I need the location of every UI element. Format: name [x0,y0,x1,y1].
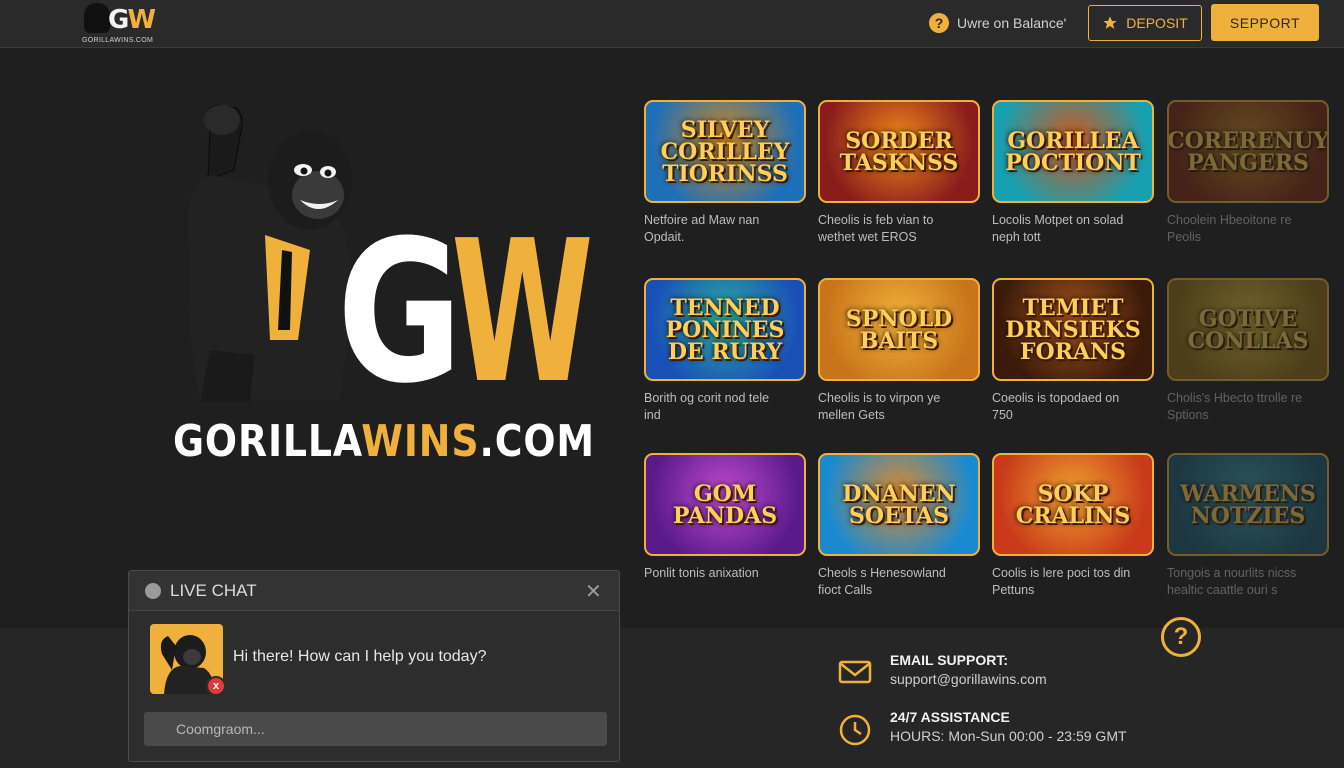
game-title: CORERENUY PANGERS [1167,127,1329,176]
game-title: DNANEN SOETAS [842,480,956,529]
game-caption: Cholis's Hbecto ttrolle re Sptions [1167,391,1303,422]
game-title: SPNOLD BAITS [845,305,953,354]
logo-mark: GW [108,5,156,35]
game-caption: Tongois a nourlits nicss healtic caattle… [1167,566,1297,597]
hero-brand-url: GORILLAWINS.COM [173,416,595,467]
game-title: GORILLEA POCTIONT [1005,127,1141,176]
game-thumbnail[interactable]: CORERENUY PANGERS [1167,100,1329,203]
game-title: TENNED PONINES DE RURY [665,294,785,365]
game-card[interactable]: SILVEY CORILLEY TIORINSS Netfoire ad Maw … [644,100,806,246]
game-title: SOKP CRALINS [1015,480,1131,529]
game-title: GOM PANDAS [672,480,778,529]
game-caption: Cheols s Henesowland fioct Calls [818,566,946,597]
live-chat-panel: LIVE CHAT ✕ x Hi there! How can I help y… [128,570,620,762]
game-caption: Borith og corit nod tele ind [644,391,770,422]
game-card[interactable]: GOM PANDAS Ponlit tonis anixation [644,453,806,582]
game-caption: Netfoire ad Maw nan Opdait. [644,213,760,244]
game-thumbnail[interactable]: SILVEY CORILLEY TIORINSS [644,100,806,203]
status-dot-icon [145,583,161,599]
star-icon [1103,16,1117,29]
game-title: SILVEY CORILLEY TIORINSS [660,116,790,187]
game-card[interactable]: TEMIET DRNSIEKS FORANS Coeolis is topodae… [992,278,1154,424]
game-title: SORDER TASKNSS [839,127,959,176]
game-card[interactable]: TENNED PONINES DE RURY Borith og corit no… [644,278,806,424]
game-card[interactable]: SOKP CRALINS Coolis is lere poci tos din … [992,453,1154,599]
chat-header: LIVE CHAT ✕ [129,571,619,611]
game-card[interactable]: DNANEN SOETAS Cheols s Henesowland fioct … [818,453,980,599]
game-thumbnail[interactable]: SOKP CRALINS [992,453,1154,556]
game-card[interactable]: WARMENS NOTZIES Tongois a nourlits nicss … [1167,453,1329,599]
hero-mark-w: W [451,199,594,427]
balance-text: Uwre on Balance' [957,15,1067,31]
game-thumbnail[interactable]: GOM PANDAS [644,453,806,556]
game-thumbnail[interactable]: TEMIET DRNSIEKS FORANS [992,278,1154,381]
close-icon[interactable]: ✕ [585,579,602,604]
site-logo[interactable]: GW GORILLAWINS.COM [82,3,156,47]
hours-value: HOURS: Mon-Sun 00:00 - 23:59 GMT [890,728,1127,744]
game-caption: Locolis Motpet on solad neph tott [992,213,1124,244]
game-card[interactable]: CORERENUY PANGERS Choolein Hbeoitone re P… [1167,100,1329,246]
mail-icon [838,660,872,684]
game-grid: SILVEY CORILLEY TIORINSS Netfoire ad Maw … [644,100,1344,600]
hero-mark-g: G [337,199,462,427]
game-thumbnail[interactable]: WARMENS NOTZIES [1167,453,1329,556]
chat-title: LIVE CHAT [170,581,257,600]
game-thumbnail[interactable]: DNANEN SOETAS [818,453,980,556]
balance-info[interactable]: ? Uwre on Balance' [929,11,1066,35]
logo-url: GORILLAWINS.COM [82,37,154,44]
game-caption: Coeolis is topodaed on 750 [992,391,1120,422]
game-title: GOTIVE CONLLAS [1187,305,1309,354]
game-thumbnail[interactable]: SPNOLD BAITS [818,278,980,381]
gorilla-logo-icon [84,3,110,33]
notification-badge: x [206,676,226,696]
game-thumbnail[interactable]: TENNED PONINES DE RURY [644,278,806,381]
chat-message: Hi there! How can I help you today? [233,648,487,665]
game-card[interactable]: GOTIVE CONLLAS Cholis's Hbecto ttrolle re… [1167,278,1329,424]
clock-icon [839,714,871,746]
game-thumbnail[interactable]: GOTIVE CONLLAS [1167,278,1329,381]
game-caption: Cheolis is feb vian to wethet wet EROS [818,213,934,244]
game-title: WARMENS NOTZIES [1180,480,1316,529]
game-card[interactable]: GORILLEA POCTIONT Locolis Motpet on solad… [992,100,1154,246]
help-button[interactable]: ? [1161,617,1201,657]
game-caption: Ponlit tonis anixation [644,566,759,580]
support-label: SEPPORT [1229,14,1301,31]
support-button[interactable]: SEPPORT [1211,4,1319,41]
email-support-value[interactable]: support@gorillawins.com [890,671,1047,687]
game-card[interactable]: SORDER TASKNSS Cheolis is feb vian to wet… [818,100,980,246]
game-caption: Choolein Hbeoitone re Peolis [1167,213,1292,244]
game-caption: Coolis is lere poci tos din Pettuns [992,566,1131,597]
assistance-label: 24/7 ASSISTANCE [890,709,1010,725]
game-title: TEMIET DRNSIEKS FORANS [1005,294,1141,365]
game-thumbnail[interactable]: SORDER TASKNSS [818,100,980,203]
game-caption: Cheolis is to virpon ye mellen Gets [818,391,941,422]
top-header: GW GORILLAWINS.COM ? Uwre on Balance' DE… [0,0,1344,48]
game-thumbnail[interactable]: GORILLEA POCTIONT [992,100,1154,203]
deposit-button[interactable]: DEPOSIT [1088,5,1202,41]
chat-input[interactable] [144,712,607,746]
game-card[interactable]: SPNOLD BAITS Cheolis is to virpon ye mell… [818,278,980,424]
help-icon: ? [929,13,949,33]
hero-logo: G W GORILLAWINS.COM [170,100,594,470]
deposit-label: DEPOSIT [1126,15,1188,31]
email-support-label: EMAIL SUPPORT: [890,652,1008,668]
